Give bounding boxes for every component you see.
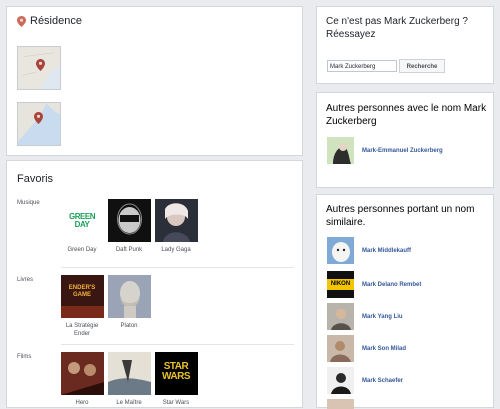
section-divider	[61, 344, 294, 345]
residence-map-2[interactable]	[17, 102, 61, 146]
favorite-caption: Platon	[120, 323, 138, 329]
avatar	[327, 335, 354, 362]
avatar-image	[327, 335, 354, 362]
daft-punk-cover	[107, 199, 151, 242]
person-link[interactable]: Mark-Emmanuel Zuckerberg	[362, 148, 443, 154]
similar-name-panel: Autres personnes portant un nom similair…	[316, 194, 494, 409]
portrait-image	[162, 203, 190, 242]
residence-panel: Résidence	[6, 6, 303, 156]
favorites-title: Favoris	[17, 173, 54, 185]
avatar	[327, 303, 354, 330]
person-link[interactable]: Mark Yang Liu	[362, 314, 403, 320]
residence-header: Résidence	[17, 15, 82, 27]
person-row[interactable]: NIKON Mark Delano Rembet	[327, 271, 421, 298]
avatar-image	[327, 367, 354, 394]
favorite-item[interactable]: Platon	[106, 275, 152, 330]
avatar	[327, 367, 354, 394]
person-row[interactable]: Mark Yang Liu	[327, 303, 403, 330]
person-row[interactable]: Mark Middlekauff	[327, 237, 411, 264]
favorites-panel: Favoris Musique GREEN DAY Green Day Daft…	[6, 160, 303, 408]
section-divider	[61, 267, 294, 268]
poster-image	[60, 352, 104, 395]
favorite-caption: Star Wars	[162, 400, 190, 406]
the-master-cover	[107, 352, 151, 395]
favorite-item[interactable]: Lady Gaga	[153, 199, 199, 254]
section-label-music: Musique	[17, 200, 40, 206]
green-day-cover: GREEN DAY	[60, 199, 104, 242]
favorite-caption: Daft Punk	[115, 247, 143, 253]
favorite-item[interactable]: STAR WARS Star Wars	[153, 352, 199, 407]
avatar-image	[327, 137, 354, 164]
avatar	[327, 137, 354, 164]
search-button[interactable]: Recherche	[399, 59, 445, 73]
person-link[interactable]: Mark Middlekauff	[362, 248, 411, 254]
favorite-item[interactable]: ENDER'S GAME La Stratégie Ender	[59, 275, 105, 338]
section-label-films: Films	[17, 354, 32, 360]
lady-gaga-cover	[154, 199, 198, 242]
person-row[interactable]: Mark Son Milad	[327, 335, 406, 362]
person-link[interactable]: Mark Son Milad	[362, 346, 406, 352]
avatar: NIKON	[327, 271, 354, 298]
favorite-caption: Hero	[75, 400, 89, 406]
ender-cover: ENDER'S GAME	[60, 275, 104, 318]
favorite-caption: Lady Gaga	[161, 247, 191, 253]
person-row[interactable]: Mark Schaefer	[327, 367, 403, 394]
location-pin-icon	[17, 15, 26, 27]
helmet-image	[116, 203, 142, 235]
map-image	[18, 103, 60, 145]
favorite-item[interactable]: GREEN DAY Green Day	[59, 199, 105, 254]
search-panel: Ce n'est pas Mark Zuckerberg ? Réessayez…	[316, 6, 494, 84]
search-input[interactable]: Mark Zuckerberg	[327, 60, 397, 72]
residence-map-1[interactable]	[17, 46, 61, 90]
hero-cover	[60, 352, 104, 395]
similar-name-title: Autres personnes portant un nom similair…	[326, 204, 475, 228]
favorite-caption: Green Day	[67, 247, 97, 253]
section-label-books: Livres	[17, 277, 34, 283]
same-name-panel: Autres personnes avec le nom Mark Zucker…	[316, 92, 494, 188]
same-name-title: Autres personnes avec le nom Mark Zucker…	[326, 103, 487, 127]
favorite-item[interactable]: Daft Punk	[106, 199, 152, 254]
avatar-image	[327, 237, 354, 264]
favorite-item[interactable]: Le Maître	[106, 352, 152, 407]
favorite-item[interactable]: Hero	[59, 352, 105, 407]
avatar-image	[327, 303, 354, 330]
person-link[interactable]: Mark Schaefer	[362, 378, 403, 384]
search-question: Ce n'est pas Mark Zuckerberg ? Réessayez	[326, 16, 468, 40]
map-pin-icon	[36, 59, 45, 71]
map-pin-icon	[34, 112, 43, 124]
residence-title: Résidence	[30, 15, 82, 27]
poster-image	[107, 352, 151, 395]
favorite-caption: Le Maître	[116, 400, 142, 406]
person-row[interactable]: Mark-Emmanuel Zuckerberg	[327, 137, 443, 164]
favorite-caption: La Stratégie Ender	[65, 323, 99, 337]
avatar	[327, 237, 354, 264]
plato-bust	[107, 275, 151, 318]
person-link[interactable]: Mark Delano Rembet	[362, 282, 421, 288]
bust-image	[107, 275, 151, 318]
star-wars-cover: STAR WARS	[154, 352, 198, 395]
